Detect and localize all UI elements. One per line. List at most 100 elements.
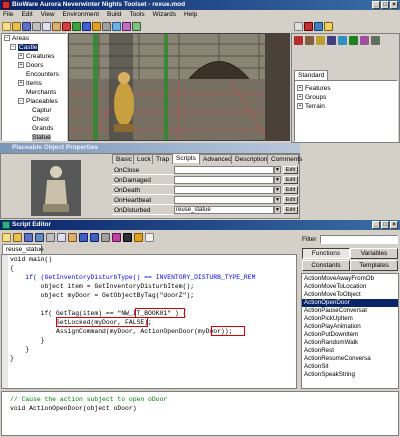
find-icon[interactable] [101, 232, 110, 242]
tree-placeable-captur[interactable]: Captur [32, 107, 52, 115]
copy-icon[interactable] [294, 21, 303, 31]
undo-icon[interactable] [79, 232, 88, 242]
encounter-palette-icon[interactable] [327, 36, 336, 45]
menu-tools[interactable]: Tools [126, 11, 147, 18]
trigger-palette-icon[interactable] [349, 36, 358, 45]
search-icon[interactable] [324, 21, 333, 31]
function-list-item[interactable]: ActionPlayAnimation [302, 323, 398, 331]
wizard-icon[interactable] [134, 232, 143, 242]
tree-area-castle[interactable]: − Castle [10, 44, 39, 52]
save-script-icon[interactable] [24, 232, 33, 242]
edit-button[interactable]: Edit [283, 176, 298, 184]
select-icon[interactable] [92, 21, 101, 31]
save-as-icon[interactable] [35, 232, 44, 242]
waypoint-palette-icon[interactable] [360, 36, 369, 45]
creature-palette-icon[interactable] [294, 36, 303, 45]
placeable-palette-icon[interactable] [371, 36, 380, 45]
palette-features[interactable]: + Features [297, 85, 331, 93]
open-script-icon[interactable] [13, 232, 22, 242]
minimize-icon[interactable]: _ [372, 1, 380, 9]
function-list-item[interactable]: ActionMoveToObject [302, 291, 398, 299]
paste-icon[interactable] [52, 21, 61, 31]
functions-tab-button[interactable]: Functions [302, 248, 350, 259]
compile-icon[interactable] [112, 232, 121, 242]
tab-standard[interactable]: Standard [294, 70, 329, 80]
menu-help[interactable]: Help [181, 11, 200, 18]
area-viewport[interactable] [68, 33, 290, 141]
function-list-item[interactable]: ActionSit [302, 363, 398, 371]
chevron-down-icon[interactable]: ▼ [274, 206, 281, 214]
close-icon[interactable]: × [390, 221, 398, 229]
templates-tab-button[interactable]: Templates [350, 260, 398, 271]
function-list-item[interactable]: ActionPutDownItem [302, 331, 398, 339]
redo-icon[interactable] [90, 232, 99, 242]
paint-icon[interactable] [82, 21, 91, 31]
door-palette-icon[interactable] [305, 36, 314, 45]
tree-doors[interactable]: + Doors [18, 62, 43, 70]
chevron-down-icon[interactable]: ▼ [274, 166, 281, 174]
cut-icon[interactable] [32, 21, 41, 31]
new-script-icon[interactable] [2, 232, 11, 242]
palette-groups[interactable]: + Groups [297, 94, 326, 102]
sound-palette-icon[interactable] [338, 36, 347, 45]
function-list-item[interactable]: ActionMoveAwayFromOb [302, 275, 398, 283]
edit-button[interactable]: Edit [283, 196, 298, 204]
tree-placeable-chest[interactable]: Chest [32, 116, 49, 124]
tree-placeable-statue[interactable]: Statue [32, 134, 51, 142]
maximize-icon[interactable]: □ [381, 221, 389, 229]
test-icon[interactable] [72, 21, 81, 31]
event-script-input[interactable]: reuse_statue [174, 206, 274, 214]
tab-scripts[interactable]: Scripts [172, 153, 200, 163]
menu-view[interactable]: View [38, 11, 58, 18]
bookmark-icon[interactable] [123, 232, 132, 242]
delete-icon[interactable] [304, 21, 313, 31]
help-icon[interactable] [145, 232, 154, 242]
tree-placeables[interactable]: − Placeables [18, 98, 58, 106]
event-script-input[interactable] [174, 186, 274, 194]
chevron-down-icon[interactable]: ▼ [274, 176, 281, 184]
rotate-icon[interactable] [102, 21, 111, 31]
filter-input[interactable] [320, 235, 398, 244]
function-list-item[interactable]: ActionResumeConversa [302, 355, 398, 363]
function-list-item[interactable]: ActionPauseConversat [302, 307, 398, 315]
tree-creatures[interactable]: + Creatures [18, 53, 55, 61]
code-editor[interactable]: void main() { if( (GetInventoryDisturbTy… [1, 254, 297, 389]
grid-icon[interactable] [132, 21, 141, 31]
menu-wizards[interactable]: Wizards [150, 11, 179, 18]
function-list-item[interactable]: ActionRandomWalk [302, 339, 398, 347]
edit-button[interactable]: Edit [283, 166, 298, 174]
cut-icon[interactable] [46, 232, 55, 242]
variables-tab-button[interactable]: Variables [350, 248, 398, 259]
tree-merchants[interactable]: Merchants [26, 89, 56, 97]
new-icon[interactable] [2, 21, 11, 31]
function-list-item[interactable]: ActionSpeakString [302, 371, 398, 379]
menu-edit[interactable]: Edit [18, 11, 35, 18]
chevron-down-icon[interactable]: ▼ [274, 196, 281, 204]
chevron-down-icon[interactable]: ▼ [274, 186, 281, 194]
function-list-item-selected[interactable]: ActionOpenDoor [302, 299, 398, 307]
maximize-icon[interactable]: □ [381, 1, 389, 9]
function-list-item[interactable]: ActionMoveToLocation [302, 283, 398, 291]
event-script-input[interactable] [174, 196, 274, 204]
script-file-tab[interactable]: reuse_statue [2, 244, 44, 254]
tab-comments[interactable]: Comments [267, 154, 302, 164]
properties-icon[interactable] [314, 21, 323, 31]
event-script-input[interactable] [174, 176, 274, 184]
function-list-item[interactable]: ActionRest [302, 347, 398, 355]
constants-tab-button[interactable]: Constants [302, 260, 350, 271]
tree-encounters[interactable]: Encounters [26, 71, 59, 79]
item-palette-icon[interactable] [316, 36, 325, 45]
minimize-icon[interactable]: _ [372, 221, 380, 229]
menu-file[interactable]: File [0, 11, 16, 18]
menu-build[interactable]: Build [104, 11, 124, 18]
tab-trap[interactable]: Trap [152, 154, 174, 164]
paste-icon[interactable] [68, 232, 77, 242]
palette-terrain[interactable]: + Terrain [297, 103, 325, 111]
menu-environment[interactable]: Environment [60, 11, 103, 18]
copy-icon[interactable] [42, 21, 51, 31]
save-icon[interactable] [22, 21, 31, 31]
tree-placeable-grands[interactable]: Grands [32, 125, 53, 133]
edit-button[interactable]: Edit [283, 206, 298, 214]
edit-button[interactable]: Edit [283, 186, 298, 194]
copy-icon[interactable] [57, 232, 66, 242]
